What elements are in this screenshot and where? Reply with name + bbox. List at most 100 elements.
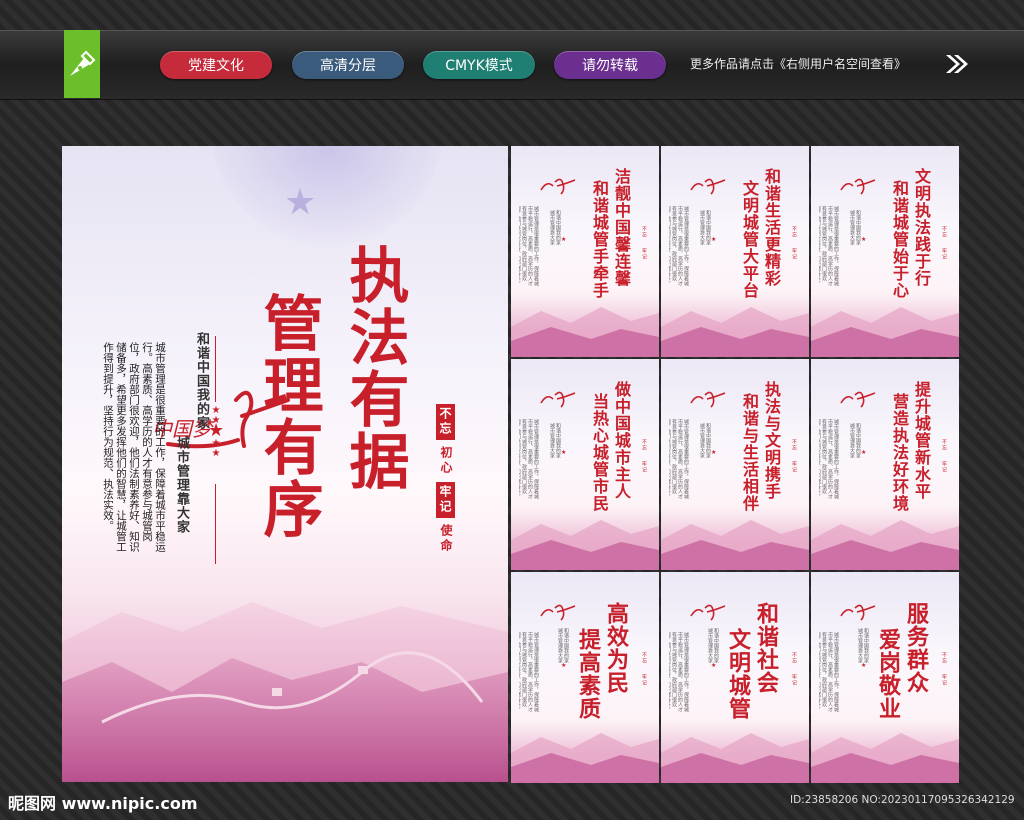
panel-body-text: 城市管理是很重要的工作，保障着城市平稳运行。高素质、高学历的人才有意参与城管岗位…: [519, 632, 539, 712]
tag-no-repost[interactable]: 请勿转载: [554, 51, 666, 79]
panel-slogan: 不忘: [791, 439, 797, 451]
subtitle-city: 城市管理靠大家: [174, 436, 189, 534]
china-dream-mini-logo: [690, 391, 726, 408]
panel-subtitle: 城市管理靠大家: [857, 628, 863, 663]
tag-label: 党建文化: [188, 58, 244, 74]
great-wall-mountains: [62, 602, 508, 782]
panel-slogan: 牢记: [641, 248, 647, 260]
footer-site[interactable]: 昵图网 www.nipic.com: [8, 790, 198, 814]
poster-panel: 做中国城市主人 当热心城管市民 ★ 和谐中国我的家 城市管理靠大家 城市管理是很重要的工作…: [511, 359, 659, 570]
divider-line: [215, 484, 216, 564]
panel-slogan: 牢记: [791, 248, 797, 260]
china-dream-mini-logo: [840, 391, 876, 408]
china-dream-mini-logo: [690, 604, 726, 621]
stars-decoration: ★ ★ ★ ★ ★: [208, 405, 225, 459]
panel-body-text: 城市管理是很重要的工作，保障着城市平稳运行。高素质、高学历的人才有意参与城管岗位…: [819, 206, 839, 286]
panel-title-line1: 服务群众: [903, 602, 929, 694]
panel-body-text: 城市管理是很重要的工作，保障着城市平稳运行。高素质、高学历的人才有意参与城管岗位…: [669, 206, 689, 286]
double-arrow-icon[interactable]: [944, 53, 970, 75]
tag-party-culture[interactable]: 党建文化: [160, 51, 272, 79]
main-poster: ★ 中国梦 执法有据 管理有序 不忘 初心 牢记 使命 和谐中国我的家 城市管理…: [62, 146, 508, 782]
promo-link[interactable]: 更多作品请点击《右侧用户名空间查看》: [690, 55, 906, 72]
panel-title-line2: 提高素质: [575, 628, 601, 720]
panel-title-line1: 做中国城市主人: [612, 381, 631, 500]
panel-body-text: 城市管理是很重要的工作，保障着城市平稳运行。高素质、高学历的人才有意参与城管岗位…: [819, 632, 839, 712]
panel-slogan: 不忘: [641, 652, 647, 664]
poster-panel: 和谐社会 文明城管 ★ 和谐中国我的家 城市管理靠大家 城市管理是很重要的工作，保障着城市…: [661, 572, 809, 783]
panel-title-line1: 高效为民: [603, 602, 629, 694]
main-title-line2: 管理有序: [253, 292, 323, 540]
tag-hd-layers[interactable]: 高清分层: [292, 51, 404, 79]
panel-title-line2: 营造执法好环境: [890, 393, 909, 512]
panel-body-text: 城市管理是很重要的工作，保障着城市平稳运行。高素质、高学历的人才有意参与城管岗位…: [669, 632, 689, 712]
panel-title-line1: 提升城管新水平: [912, 381, 931, 500]
site-logo[interactable]: [64, 30, 100, 98]
panel-mountains: [661, 733, 809, 783]
panel-title-line2: 和谐城管始于心: [890, 180, 909, 299]
china-dream-mini-logo: [840, 178, 876, 195]
panel-slogan: 牢记: [941, 248, 947, 260]
slogan-box-b: 牢记: [436, 482, 455, 518]
slogan-text-b: 使命: [439, 524, 453, 554]
tag-label: CMYK模式: [445, 58, 513, 74]
panel-subtitle: 和谐中国我的家: [555, 210, 561, 245]
panel-slogan: 牢记: [941, 674, 947, 686]
china-dream-mini-logo: [540, 391, 576, 408]
body-paragraph: 城市管理是很重要的工作，保障着城市平稳运行。高素质、高学历的人才有意参与城管岗位…: [102, 342, 166, 552]
panel-stars: ★: [711, 236, 717, 243]
panel-subtitle: 城市管理靠大家: [849, 210, 855, 245]
panel-title-line1: 和谐社会: [753, 602, 779, 694]
poster-panel: 高效为民 提高素质 ★ 和谐中国我的家 城市管理靠大家 城市管理是很重要的工作，保障着城市…: [511, 572, 659, 783]
panel-slogan: 牢记: [641, 674, 647, 686]
panel-title-line2: 和谐城管手牵手: [590, 180, 609, 299]
panel-slogan: 不忘: [941, 652, 947, 664]
footer-id: ID:23858206 NO:20230117095326342129: [790, 794, 1015, 806]
panel-mountains: [511, 520, 659, 570]
emblem-glow: [212, 146, 442, 246]
panel-slogan: 不忘: [791, 652, 797, 664]
panel-title-line2: 当热心城管市民: [590, 393, 609, 512]
panel-title-line2: 和谐与生活相伴: [740, 393, 759, 512]
poster-panel: 执法与文明携手 和谐与生活相伴 ★ 和谐中国我的家 城市管理靠大家 城市管理是很重要的工作…: [661, 359, 809, 570]
panel-subtitle: 城市管理靠大家: [549, 210, 555, 245]
panel-title-line1: 和谐生活更精彩: [762, 168, 781, 287]
panel-subtitle: 和谐中国我的家: [555, 423, 561, 458]
panel-subtitle: 城市管理靠大家: [557, 628, 563, 663]
panel-slogan: 不忘: [791, 226, 797, 238]
panel-slogan: 牢记: [641, 461, 647, 473]
panel-title-line2: 爱岗敬业: [875, 628, 901, 720]
panel-mountains: [811, 307, 959, 357]
panel-subtitle: 城市管理靠大家: [849, 423, 855, 458]
panel-body-text: 城市管理是很重要的工作，保障着城市平稳运行。高素质、高学历的人才有意参与城管岗位…: [519, 206, 539, 286]
panel-mountains: [511, 307, 659, 357]
panel-subtitle: 城市管理靠大家: [707, 628, 713, 663]
tag-label: 高清分层: [320, 58, 376, 74]
panel-subtitle: 和谐中国我的家: [705, 423, 711, 458]
china-dream-mini-logo: [540, 178, 576, 195]
china-dream-mini-logo: [690, 178, 726, 195]
poster-panel: 服务群众 爱岗敬业 ★ 和谐中国我的家 城市管理靠大家 城市管理是很重要的工作，保障着城市…: [811, 572, 959, 783]
panel-subtitle: 和谐中国我的家: [713, 628, 719, 663]
panel-slogan: 不忘: [641, 226, 647, 238]
tag-cmyk[interactable]: CMYK模式: [423, 51, 535, 79]
panel-subtitle: 和谐中国我的家: [855, 210, 861, 245]
main-title-line1: 执法有据: [339, 244, 409, 492]
panel-subtitle: 城市管理靠大家: [699, 423, 705, 458]
panel-title-line1: 执法与文明携手: [762, 381, 781, 500]
panel-title-line1: 文明执法践于行: [912, 168, 931, 287]
panel-subtitle: 城市管理靠大家: [549, 423, 555, 458]
panel-title-line2: 文明城管大平台: [740, 180, 759, 299]
panel-slogan: 牢记: [791, 674, 797, 686]
poster-panel: 和谐生活更精彩 文明城管大平台 ★ 和谐中国我的家 城市管理靠大家 城市管理是很重要的工作…: [661, 146, 809, 357]
panel-mountains: [661, 520, 809, 570]
slogan-text-a: 初心: [439, 446, 453, 476]
panel-stars: ★: [561, 449, 567, 456]
panel-body-text: 城市管理是很重要的工作，保障着城市平稳运行。高素质、高学历的人才有意参与城管岗位…: [669, 419, 689, 499]
panel-subtitle: 和谐中国我的家: [705, 210, 711, 245]
panel-mountains: [811, 733, 959, 783]
panel-subtitle: 和谐中国我的家: [855, 423, 861, 458]
panel-mountains: [661, 307, 809, 357]
tag-label: 请勿转载: [582, 58, 638, 74]
panel-stars: ★: [561, 236, 567, 243]
pen-nib-icon: [70, 50, 96, 76]
